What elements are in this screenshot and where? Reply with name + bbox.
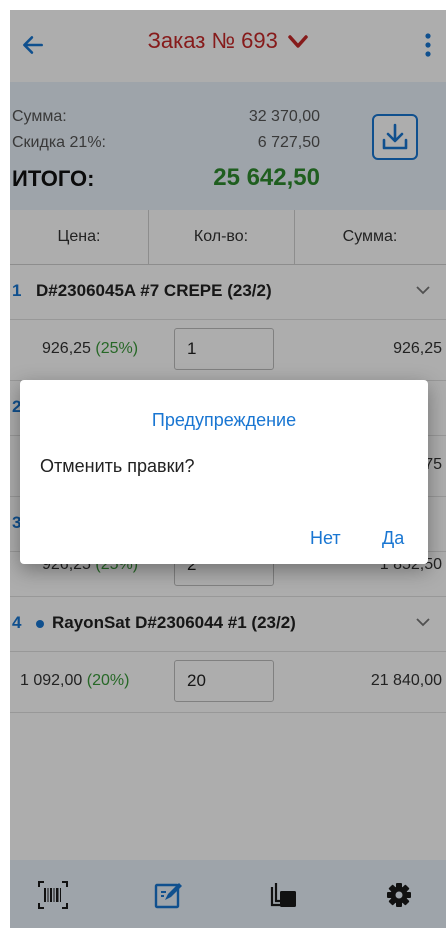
- dialog-title: Предупреждение: [151, 410, 297, 430]
- no-button[interactable]: Нет: [310, 528, 341, 549]
- warning-dialog: Предупреждение Отменить правки? Нет Да: [20, 380, 428, 564]
- yes-button[interactable]: Да: [382, 528, 404, 549]
- app-screen: Заказ № 693 Сумма: 32 370,00 Скидка 21%:…: [10, 10, 446, 928]
- dialog-message: Отменить правки?: [40, 456, 195, 476]
